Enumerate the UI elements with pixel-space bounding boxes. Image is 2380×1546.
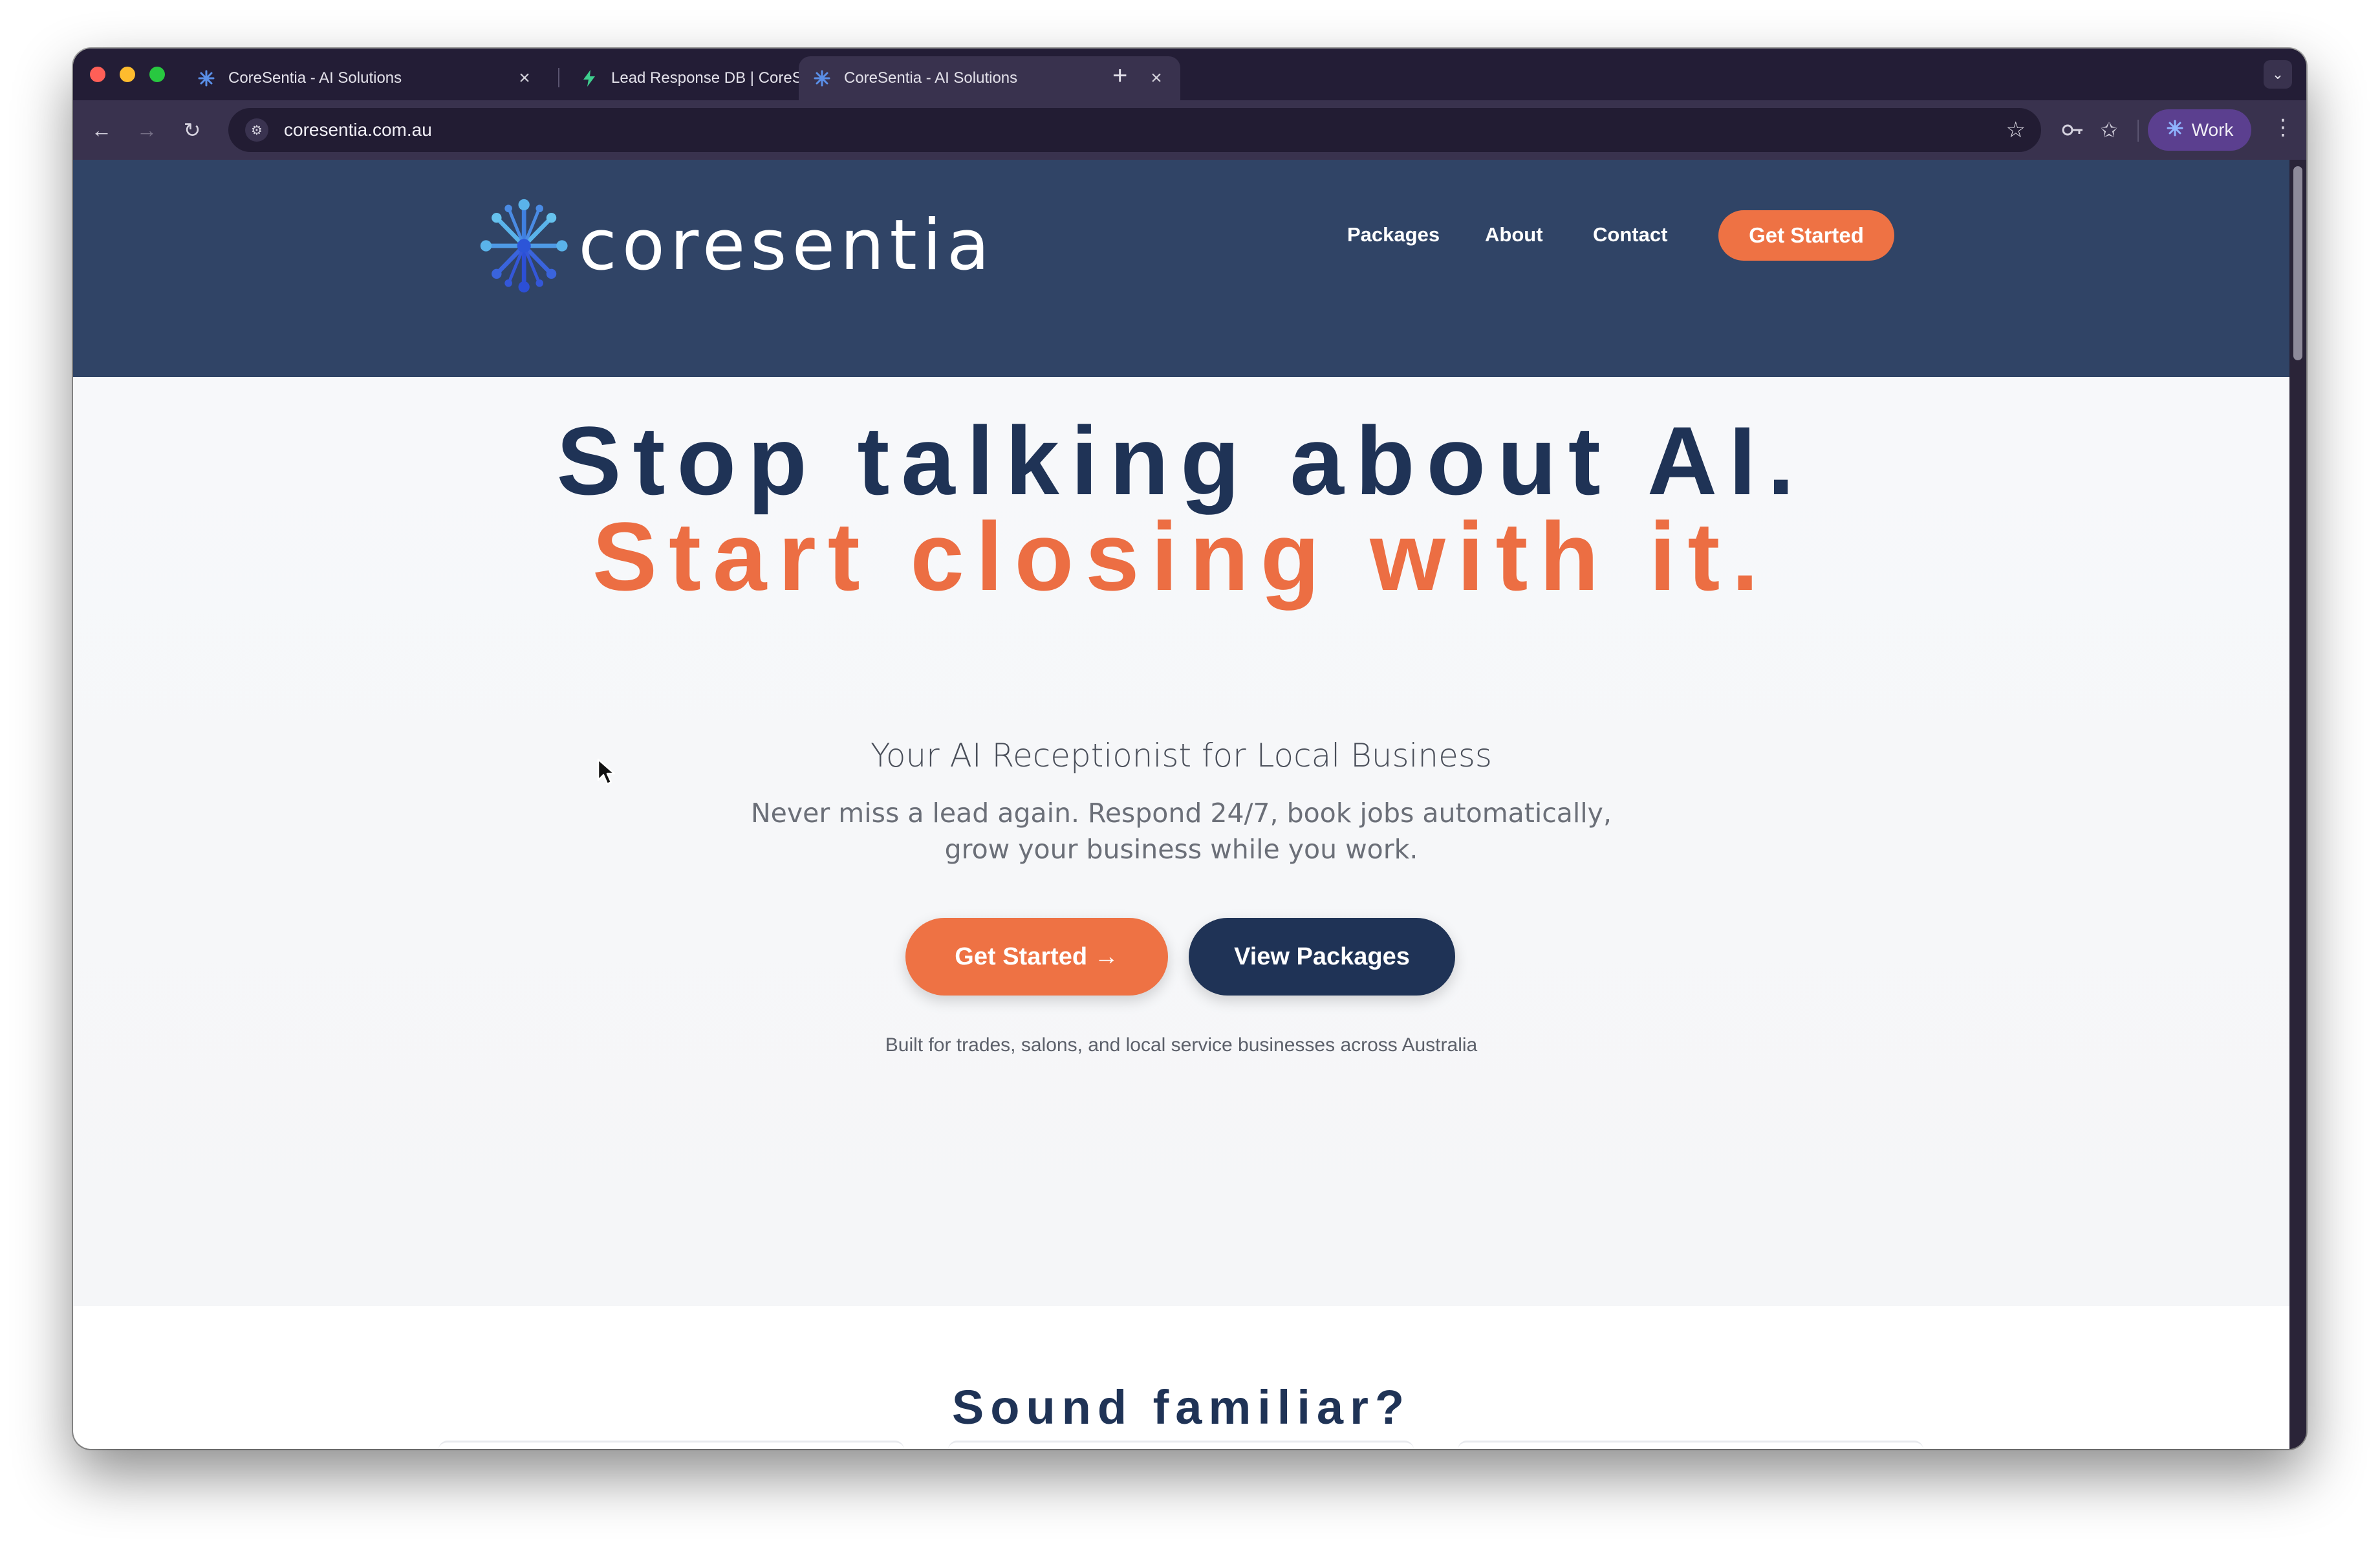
back-arrow-icon[interactable]: ← [87,116,116,144]
tab-search-chevron-icon[interactable]: ⌄ [2264,60,2292,89]
tab-close-icon[interactable]: × [1147,67,1166,89]
new-tab-button[interactable]: + [1112,63,1127,89]
hero-headline-line-1: Stop talking about AI. [556,406,1806,515]
browser-toolbar: ← → ↻ ⚙ coresentia.com.au ☆ ✩ Work ⋮ [73,100,2306,160]
url-text[interactable]: coresentia.com.au [284,120,432,140]
browser-menu-kebab-icon[interactable]: ⋮ [2272,114,2294,140]
nav-link-packages[interactable]: Packages [1347,223,1440,246]
tab-title: Lead Response DB | CoreSentia [611,69,830,87]
profile-coresentia-icon [2166,119,2184,142]
logo-wordmark: coresentia [578,205,995,286]
bolt-favicon-icon [580,69,598,87]
maximize-window-button[interactable] [149,67,165,82]
hero-get-started-button[interactable]: Get Started → [905,918,1168,996]
tab-title: CoreSentia - AI Solutions [844,69,1018,87]
hero-view-packages-button[interactable]: View Packages [1189,918,1455,996]
coresentia-favicon-icon [197,69,215,87]
tab-separator [558,68,559,87]
bookmark-star-icon[interactable]: ☆ [2006,117,2026,143]
pain-point-card [438,1441,904,1449]
coresentia-logo-icon [480,199,568,293]
pain-point-card [1458,1441,1923,1449]
page-viewport: coresentia Packages About Contact Get St… [73,160,2289,1449]
tab-title: CoreSentia - AI Solutions [228,69,402,87]
forward-arrow-icon[interactable]: → [133,116,161,144]
browser-window: CoreSentia - AI Solutions × Lead Respons… [73,49,2306,1449]
hero-headline-line-2: Start closing with it. [592,502,1771,611]
site-header: coresentia Packages About Contact Get St… [73,160,2289,377]
profile-label: Work [2191,120,2234,140]
scrollbar-thumb[interactable] [2293,166,2302,360]
password-key-icon[interactable] [2059,116,2087,144]
hero-description: Never miss a lead again. Respond 24/7, b… [751,798,1612,865]
section-title-sound-familiar: Sound familiar? [951,1380,1411,1434]
profile-chip[interactable]: Work [2148,109,2251,151]
tab-coresentia-1[interactable]: CoreSentia - AI Solutions × [183,56,548,100]
hero-subheadline: Your AI Receptionist for Local Business [871,737,1492,774]
reload-icon[interactable]: ↻ [178,116,206,144]
address-bar[interactable]: ⚙ coresentia.com.au ☆ [228,108,2041,152]
nav-link-about[interactable]: About [1485,223,1543,246]
hero-trust-line: Built for trades, salons, and local serv… [885,1034,1478,1056]
bookmarks-star-icon[interactable]: ✩ [2095,116,2123,144]
coresentia-favicon-icon [813,69,831,87]
toolbar-separator [2137,120,2139,142]
minimize-window-button[interactable] [120,67,135,82]
close-window-button[interactable] [90,67,105,82]
tab-close-icon[interactable]: × [515,67,534,89]
nav-link-contact[interactable]: Contact [1593,223,1667,246]
page-scrollbar[interactable] [2289,160,2306,1449]
pain-point-card [948,1441,1414,1449]
tab-strip: CoreSentia - AI Solutions × Lead Respons… [73,49,2306,100]
site-info-icon[interactable]: ⚙ [245,118,268,142]
header-get-started-button[interactable]: Get Started [1718,210,1894,261]
site-logo[interactable]: coresentia [477,191,995,301]
mouse-pointer-icon [597,758,616,785]
